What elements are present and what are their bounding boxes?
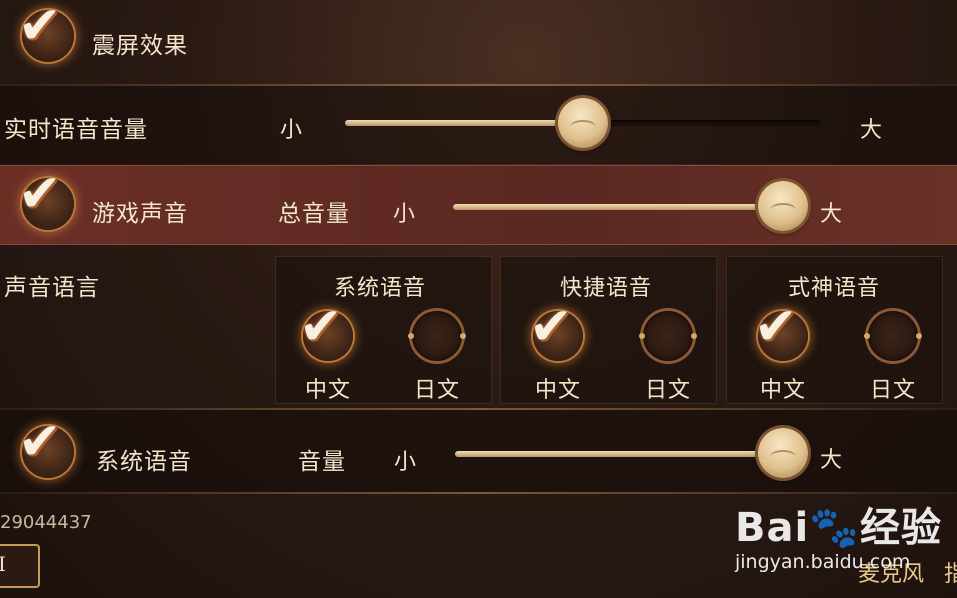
- game-sound-min-label: 小: [393, 202, 417, 227]
- realtime-voice-fill: [345, 120, 585, 126]
- system-voice-checkbox[interactable]: ✔: [18, 412, 74, 478]
- game-sound-checkbox[interactable]: ✔: [18, 164, 74, 230]
- check-icon: ✔: [299, 297, 343, 357]
- system-voice-fill: [455, 451, 785, 457]
- watermark: Bai🐾经验 jingyan.baidu.com: [735, 495, 942, 573]
- game-sound-max-label: 大: [820, 202, 844, 227]
- check-icon: ✔: [18, 0, 62, 56]
- language-group-title: 系统语音: [334, 276, 427, 301]
- game-sound-knob[interactable]: [758, 181, 808, 231]
- system-voice-knob[interactable]: [758, 428, 808, 478]
- shikigami-voice-japanese-radio[interactable]: [864, 311, 922, 361]
- system-voice-japanese-radio[interactable]: [408, 311, 466, 361]
- check-icon: ✔: [18, 164, 62, 224]
- system-voice-chinese-radio[interactable]: ✔: [299, 297, 353, 361]
- system-voice-label: 系统语音: [96, 449, 192, 475]
- option-label: 中文: [535, 378, 582, 403]
- language-group-title: 式神语音: [788, 276, 881, 301]
- watermark-brand: Bai🐾经验: [735, 505, 942, 551]
- option-label: 日文: [414, 378, 461, 403]
- system-voice-min-label: 小: [394, 450, 418, 475]
- bottom-left-button[interactable]: I: [0, 544, 40, 588]
- quick-voice-chinese-radio[interactable]: ✔: [529, 297, 583, 361]
- edge-char: 指: [944, 562, 957, 587]
- system-voice-volume-label: 音量: [298, 449, 346, 475]
- language-group-title: 快捷语音: [560, 276, 653, 301]
- game-sound-volume-label: 总音量: [278, 201, 350, 227]
- sound-language-label: 声音语言: [4, 275, 100, 301]
- quick-voice-japanese-radio[interactable]: [639, 311, 697, 361]
- option-label: 中文: [760, 378, 807, 403]
- system-voice-max-label: 大: [820, 448, 844, 473]
- player-id-text: 29044437: [0, 512, 92, 533]
- bottom-left-button-label: I: [0, 552, 6, 576]
- shake-label: 震屏效果: [92, 33, 188, 59]
- option-label: 日文: [645, 378, 692, 403]
- shake-checkbox[interactable]: ✔: [18, 0, 74, 62]
- system-voice-track[interactable]: [455, 451, 785, 457]
- game-sound-label: 游戏声音: [92, 201, 188, 227]
- realtime-voice-max-label: 大: [860, 118, 884, 143]
- check-icon: ✔: [529, 297, 573, 357]
- option-label: 中文: [305, 378, 352, 403]
- shikigami-voice-chinese-radio[interactable]: ✔: [754, 297, 808, 361]
- realtime-voice-knob[interactable]: [558, 98, 608, 148]
- check-icon: ✔: [754, 297, 798, 357]
- option-label: 日文: [870, 378, 917, 403]
- realtime-voice-label: 实时语音音量: [4, 117, 148, 143]
- game-sound-fill: [453, 204, 783, 210]
- realtime-voice-min-label: 小: [280, 118, 304, 143]
- watermark-url: jingyan.baidu.com: [735, 551, 911, 573]
- divider: [0, 492, 957, 494]
- check-icon: ✔: [18, 412, 62, 472]
- game-sound-track[interactable]: [453, 204, 783, 210]
